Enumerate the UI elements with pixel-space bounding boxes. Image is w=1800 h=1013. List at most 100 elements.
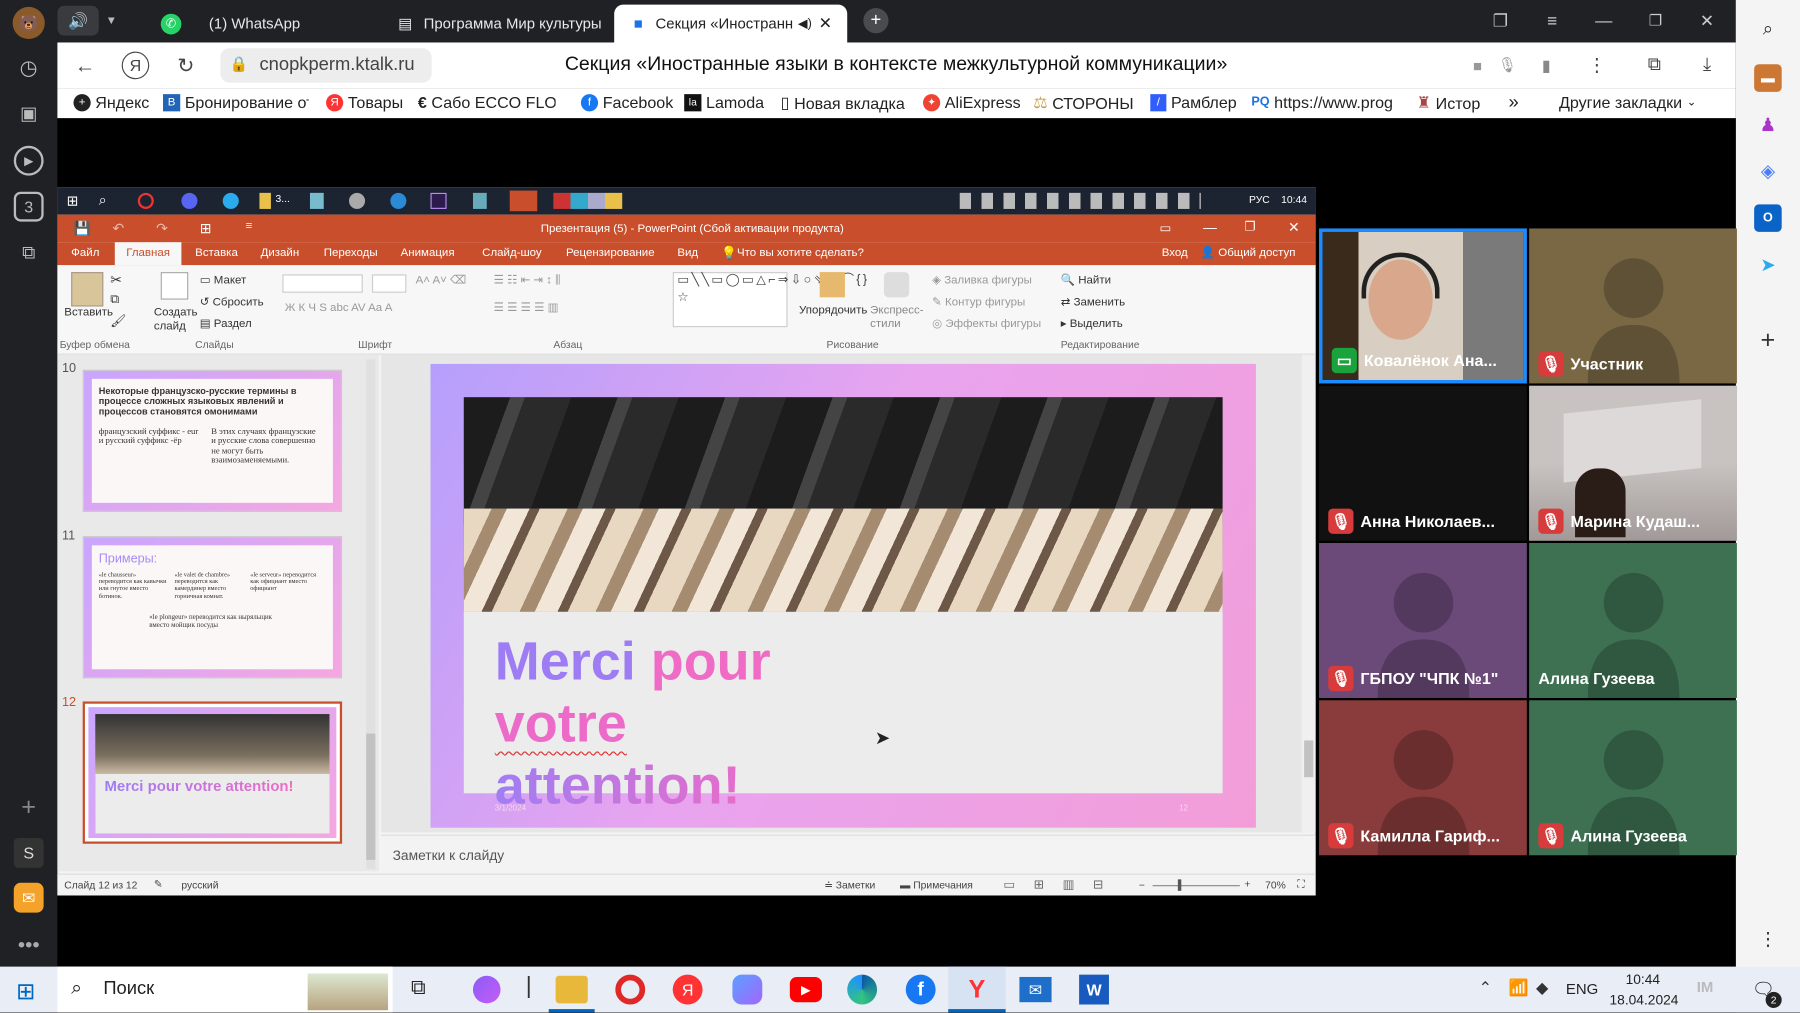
language-status[interactable]: русский [181,879,218,890]
speaker-icon[interactable]: ◀) [798,16,812,31]
notes-toggle[interactable]: ≐ Заметки [824,879,875,892]
participant-tile[interactable]: 🎙 Участник [1529,228,1737,384]
shape-effects-button[interactable]: ◎ Эффекты фигуры [932,318,1041,331]
tell-me-input[interactable]: Что вы хотите сделать? [737,247,864,260]
clock-time[interactable]: 10:44 [1626,971,1660,987]
taskbar-search[interactable]: ⌕ Поиск [57,966,393,1013]
minimize-icon[interactable]: — [1590,7,1618,35]
microphone-icon[interactable]: 🎙 [1495,53,1520,78]
copy-icon[interactable]: ⧉ [110,293,119,308]
scrollbar-thumb[interactable] [366,733,376,860]
tab-whatsapp[interactable]: ✆ (1) WhatsApp [147,5,382,43]
messenger-icon[interactable] [732,974,763,1005]
clock-date[interactable]: 18.04.2024 [1609,992,1678,1008]
more-vert-icon[interactable]: ⋮ [1754,925,1782,953]
close-icon[interactable]: ✕ [1288,219,1300,235]
zoom-in-icon[interactable]: + [1244,878,1250,889]
undo-icon[interactable]: ↶ [113,220,125,236]
bookmark-item[interactable]: la Lamoda [684,93,764,111]
spellcheck-icon[interactable]: ✎ [154,878,163,891]
quick-styles-label[interactable]: Экспресс-стили [870,304,927,332]
url-pill[interactable]: 🔒 cnopkperm.ktalk.ru [220,48,432,83]
participant-tile[interactable]: 🎙 ГБПОУ "ЧПК №1" [1319,543,1527,698]
slide-scrollbar[interactable] [1301,354,1316,833]
tab-program[interactable]: ▤ Программа Мир культуры [382,5,612,43]
comments-toggle[interactable]: ▬ Примечания [900,879,973,890]
menu-slideshow[interactable]: Слайд-шоу [482,247,542,260]
cut-icon[interactable]: ✂ [110,272,122,288]
font-name-input[interactable] [282,274,363,293]
screenshot-icon[interactable]: ⧉ [14,239,44,269]
menu-icon[interactable]: ≡ [1538,7,1566,35]
youtube-icon[interactable]: ▶ [789,976,822,1003]
chevron-up-icon[interactable]: ⌃ [1479,978,1492,998]
close-window-icon[interactable]: ✕ [1693,7,1721,35]
start-slideshow-icon[interactable]: ⊞ [200,220,212,236]
zoom-slider[interactable] [1152,885,1240,887]
view-buttons[interactable]: ▭⊞▥⊟ [1003,877,1122,892]
menu-insert[interactable]: Вставка [195,247,238,260]
replace-button[interactable]: ⇄ Заменить [1061,296,1125,309]
chevron-down-icon[interactable]: ▼ [99,6,124,36]
save-icon[interactable]: 💾 [73,220,90,236]
opera-icon[interactable] [615,974,646,1005]
bookmark-item[interactable]: B Бронирование от [163,93,309,111]
thumbnail-slide-10[interactable]: Некоторые французско-русские термины в п… [82,369,343,513]
customize-icon[interactable]: ≡ [246,220,253,233]
bookmark-item[interactable]: PQ https://www.prog [1251,93,1396,111]
shape-fill-button[interactable]: ◈ Заливка фигуры [932,274,1032,287]
share-button[interactable]: 👤 Общий доступ [1201,247,1296,260]
yandex-browser-icon[interactable]: Y [948,966,1006,1013]
profile-avatar[interactable]: 🐻 [12,6,45,40]
copilot-icon[interactable]: ◈ [1754,157,1782,185]
participant-tile[interactable]: Алина Гузеева [1529,543,1737,698]
clipboard-icon[interactable] [71,272,104,307]
format-painter-icon[interactable]: 🖌 [110,313,126,329]
notes-pane[interactable]: Заметки к слайду [381,834,1316,874]
participant-tile[interactable]: 🎙 Алина Гузеева [1529,700,1737,856]
shape-outline-button[interactable]: ✎ Контур фигуры [932,296,1025,309]
alice-icon[interactable] [472,975,501,1004]
font-format-buttons[interactable]: Ж К Ч S abc AV Aa A [285,302,393,315]
bookmark-item[interactable]: ▯ Новая вкладка [781,93,905,113]
bookmark-item[interactable]: ⚖ СТОРОНЫ [1033,93,1133,113]
align-buttons[interactable]: ☰ ☰ ☰ ☰ ▥ [494,302,559,315]
font-size-input[interactable] [371,274,407,293]
participant-tile[interactable]: ▭ Ковалёнок Ана... [1319,228,1527,384]
zoom-out-icon[interactable]: − [1139,879,1145,890]
menu-transitions[interactable]: Переходы [324,247,378,260]
badge-counter[interactable]: 3 [13,191,44,222]
restore-icon[interactable]: ❐ [1642,7,1670,35]
bookmark-item[interactable]: Я Товары [326,93,403,111]
security-icon[interactable]: ◆ [1536,978,1548,998]
games-icon[interactable]: ♟ [1754,111,1782,139]
new-tab-button[interactable]: + [863,8,889,34]
toolbox-icon[interactable]: ▬ [1754,64,1782,92]
menu-animation[interactable]: Анимация [401,247,455,260]
tabs-icon[interactable]: ❐ [1487,7,1515,35]
more-vert-icon[interactable]: ⋮ [1584,53,1609,78]
minimize-icon[interactable]: — [1203,219,1217,235]
redo-icon[interactable]: ↷ [156,220,168,236]
mail-app-icon[interactable]: ✉ [13,882,44,913]
video-icon[interactable]: ▸ [13,145,44,176]
arrange-icon[interactable] [819,272,845,298]
more-bookmarks-icon[interactable]: » [1508,93,1518,114]
participant-tile[interactable]: 🎙 Камилла Гариф... [1319,700,1527,856]
bookmark-icon[interactable]: ▮ [1534,53,1559,78]
thumbnail-slide-12[interactable]: Merci pour votre attention! [82,701,343,844]
bookmark-item[interactable]: €Сабо ECCO FLOW [418,93,556,111]
ribbon-options-icon[interactable]: ▭ [1159,220,1171,236]
edge-icon[interactable] [847,974,878,1005]
telegram-icon[interactable]: ➤ [1754,251,1782,279]
facebook-icon[interactable]: f [905,974,936,1005]
app-s-icon[interactable]: S [13,838,44,868]
tab-section[interactable]: ■ Секция «Иностранн ◀) ✕ [614,4,848,43]
download-icon[interactable]: ⤓ [1694,53,1719,78]
login-link[interactable]: Вход [1162,247,1188,260]
participant-tile[interactable]: 🎙 Анна Николаев... [1319,385,1527,541]
bookmark-item[interactable]: ♜ Истор [1417,93,1487,113]
paste-label[interactable]: Вставить [64,307,113,320]
reset-button[interactable]: ↺ Сбросить [200,296,264,309]
word-icon[interactable]: W [1079,974,1109,1005]
